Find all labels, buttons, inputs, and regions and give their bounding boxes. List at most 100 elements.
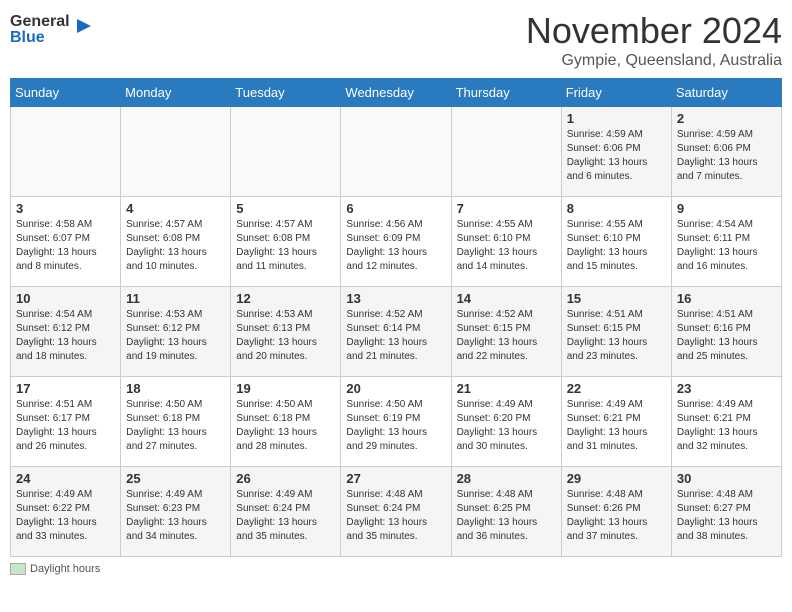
calendar-header-wednesday: Wednesday [341, 79, 451, 107]
day-number: 2 [677, 111, 776, 126]
calendar-table: SundayMondayTuesdayWednesdayThursdayFrid… [10, 78, 782, 557]
calendar-cell [231, 107, 341, 197]
calendar-cell: 10 Sunrise: 4:54 AM Sunset: 6:12 PM Dayli… [11, 287, 121, 377]
calendar-cell: 21 Sunrise: 4:49 AM Sunset: 6:20 PM Dayli… [451, 377, 561, 467]
day-info: Sunrise: 4:52 AM Sunset: 6:14 PM Dayligh… [346, 308, 445, 364]
logo: General Blue [10, 14, 95, 46]
day-number: 1 [567, 111, 666, 126]
calendar-cell: 23 Sunrise: 4:49 AM Sunset: 6:21 PM Dayli… [671, 377, 781, 467]
calendar-cell: 14 Sunrise: 4:52 AM Sunset: 6:15 PM Dayli… [451, 287, 561, 377]
day-number: 10 [16, 291, 115, 306]
day-info: Sunrise: 4:55 AM Sunset: 6:10 PM Dayligh… [457, 218, 556, 274]
day-info: Sunrise: 4:49 AM Sunset: 6:21 PM Dayligh… [677, 398, 776, 454]
day-number: 13 [346, 291, 445, 306]
day-info: Sunrise: 4:49 AM Sunset: 6:20 PM Dayligh… [457, 398, 556, 454]
day-info: Sunrise: 4:56 AM Sunset: 6:09 PM Dayligh… [346, 218, 445, 274]
day-info: Sunrise: 4:59 AM Sunset: 6:06 PM Dayligh… [677, 128, 776, 184]
calendar-cell: 3 Sunrise: 4:58 AM Sunset: 6:07 PM Daylig… [11, 197, 121, 287]
day-number: 23 [677, 381, 776, 396]
day-number: 6 [346, 201, 445, 216]
day-info: Sunrise: 4:57 AM Sunset: 6:08 PM Dayligh… [236, 218, 335, 274]
calendar-cell: 18 Sunrise: 4:50 AM Sunset: 6:18 PM Dayli… [121, 377, 231, 467]
logo-general: General [10, 14, 70, 30]
day-number: 14 [457, 291, 556, 306]
calendar-cell: 26 Sunrise: 4:49 AM Sunset: 6:24 PM Dayli… [231, 467, 341, 557]
calendar-header-row: SundayMondayTuesdayWednesdayThursdayFrid… [11, 79, 782, 107]
calendar-cell: 2 Sunrise: 4:59 AM Sunset: 6:06 PM Daylig… [671, 107, 781, 197]
day-info: Sunrise: 4:54 AM Sunset: 6:11 PM Dayligh… [677, 218, 776, 274]
day-number: 30 [677, 471, 776, 486]
day-number: 9 [677, 201, 776, 216]
calendar-cell: 22Sunrise: 4:49 AM Sunset: 6:21 PM Dayli… [561, 377, 671, 467]
calendar-cell: 17 Sunrise: 4:51 AM Sunset: 6:17 PM Dayli… [11, 377, 121, 467]
day-number: 11 [126, 291, 225, 306]
day-number: 4 [126, 201, 225, 216]
calendar-cell [341, 107, 451, 197]
day-info: Sunrise: 4:53 AM Sunset: 6:13 PM Dayligh… [236, 308, 335, 364]
calendar-cell: 20Sunrise: 4:50 AM Sunset: 6:19 PM Dayli… [341, 377, 451, 467]
day-info: Sunrise: 4:48 AM Sunset: 6:26 PM Dayligh… [567, 488, 666, 544]
day-number: 21 [457, 381, 556, 396]
calendar-body: 1 Sunrise: 4:59 AM Sunset: 6:06 PM Daylig… [11, 107, 782, 557]
calendar-header-sunday: Sunday [11, 79, 121, 107]
calendar-week-1: 1 Sunrise: 4:59 AM Sunset: 6:06 PM Daylig… [11, 107, 782, 197]
calendar-week-3: 10 Sunrise: 4:54 AM Sunset: 6:12 PM Dayli… [11, 287, 782, 377]
calendar-week-2: 3 Sunrise: 4:58 AM Sunset: 6:07 PM Daylig… [11, 197, 782, 287]
day-info: Sunrise: 4:52 AM Sunset: 6:15 PM Dayligh… [457, 308, 556, 364]
calendar-cell: 15 Sunrise: 4:51 AM Sunset: 6:15 PM Dayli… [561, 287, 671, 377]
day-info: Sunrise: 4:49 AM Sunset: 6:23 PM Dayligh… [126, 488, 225, 544]
calendar-cell: 27Sunrise: 4:48 AM Sunset: 6:24 PM Dayli… [341, 467, 451, 557]
calendar-cell: 7 Sunrise: 4:55 AM Sunset: 6:10 PM Daylig… [451, 197, 561, 287]
day-number: 29 [567, 471, 666, 486]
day-info: Sunrise: 4:57 AM Sunset: 6:08 PM Dayligh… [126, 218, 225, 274]
calendar-cell: 13 Sunrise: 4:52 AM Sunset: 6:14 PM Dayli… [341, 287, 451, 377]
day-number: 5 [236, 201, 335, 216]
calendar-cell: 25Sunrise: 4:49 AM Sunset: 6:23 PM Dayli… [121, 467, 231, 557]
daylight-legend-box [10, 563, 26, 575]
day-number: 19 [236, 381, 335, 396]
logo-wrap: General Blue [10, 14, 95, 46]
day-info: Sunrise: 4:54 AM Sunset: 6:12 PM Dayligh… [16, 308, 115, 364]
calendar-header-monday: Monday [121, 79, 231, 107]
calendar-week-4: 17 Sunrise: 4:51 AM Sunset: 6:17 PM Dayli… [11, 377, 782, 467]
calendar-cell: 6 Sunrise: 4:56 AM Sunset: 6:09 PM Daylig… [341, 197, 451, 287]
day-info: Sunrise: 4:49 AM Sunset: 6:22 PM Dayligh… [16, 488, 115, 544]
day-number: 15 [567, 291, 666, 306]
page-header: General Blue November 2024 Gympie, Queen… [10, 10, 782, 70]
calendar-week-5: 24 Sunrise: 4:49 AM Sunset: 6:22 PM Dayli… [11, 467, 782, 557]
daylight-legend-label: Daylight hours [30, 563, 100, 575]
day-info: Sunrise: 4:55 AM Sunset: 6:10 PM Dayligh… [567, 218, 666, 274]
calendar-cell: 30 Sunrise: 4:48 AM Sunset: 6:27 PM Dayli… [671, 467, 781, 557]
logo-blue: Blue [10, 30, 70, 46]
day-number: 3 [16, 201, 115, 216]
calendar-cell: 24 Sunrise: 4:49 AM Sunset: 6:22 PM Dayli… [11, 467, 121, 557]
calendar-header-friday: Friday [561, 79, 671, 107]
calendar-cell: 5 Sunrise: 4:57 AM Sunset: 6:08 PM Daylig… [231, 197, 341, 287]
day-number: 26 [236, 471, 335, 486]
calendar-cell: 29 Sunrise: 4:48 AM Sunset: 6:26 PM Dayli… [561, 467, 671, 557]
calendar-cell: 28Sunrise: 4:48 AM Sunset: 6:25 PM Dayli… [451, 467, 561, 557]
day-info: Sunrise: 4:51 AM Sunset: 6:17 PM Dayligh… [16, 398, 115, 454]
calendar-header-thursday: Thursday [451, 79, 561, 107]
calendar-cell [451, 107, 561, 197]
day-info: Sunrise: 4:50 AM Sunset: 6:18 PM Dayligh… [236, 398, 335, 454]
calendar-cell: 1Sunrise: 4:59 AM Sunset: 6:06 PM Daylig… [561, 107, 671, 197]
calendar-header-saturday: Saturday [671, 79, 781, 107]
day-info: Sunrise: 4:49 AM Sunset: 6:24 PM Dayligh… [236, 488, 335, 544]
day-number: 17 [16, 381, 115, 396]
location-title: Gympie, Queensland, Australia [526, 52, 782, 70]
day-info: Sunrise: 4:50 AM Sunset: 6:19 PM Dayligh… [346, 398, 445, 454]
day-info: Sunrise: 4:48 AM Sunset: 6:27 PM Dayligh… [677, 488, 776, 544]
day-info: Sunrise: 4:51 AM Sunset: 6:15 PM Dayligh… [567, 308, 666, 364]
day-number: 24 [16, 471, 115, 486]
day-number: 28 [457, 471, 556, 486]
day-info: Sunrise: 4:51 AM Sunset: 6:16 PM Dayligh… [677, 308, 776, 364]
day-info: Sunrise: 4:48 AM Sunset: 6:24 PM Dayligh… [346, 488, 445, 544]
day-number: 18 [126, 381, 225, 396]
day-info: Sunrise: 4:53 AM Sunset: 6:12 PM Dayligh… [126, 308, 225, 364]
day-info: Sunrise: 4:50 AM Sunset: 6:18 PM Dayligh… [126, 398, 225, 454]
day-info: Sunrise: 4:58 AM Sunset: 6:07 PM Dayligh… [16, 218, 115, 274]
day-number: 7 [457, 201, 556, 216]
calendar-cell: 19 Sunrise: 4:50 AM Sunset: 6:18 PM Dayli… [231, 377, 341, 467]
calendar-cell: 11 Sunrise: 4:53 AM Sunset: 6:12 PM Dayli… [121, 287, 231, 377]
